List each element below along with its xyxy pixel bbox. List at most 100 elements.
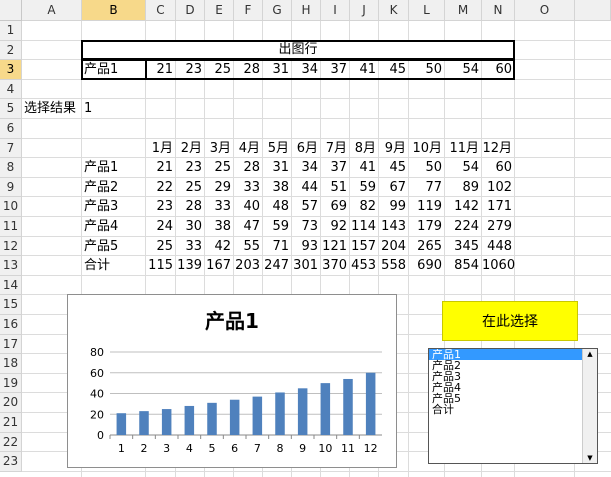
table-cell[interactable]: 37 bbox=[321, 158, 350, 177]
row-header-12[interactable]: 12 bbox=[0, 236, 22, 257]
row-header-9[interactable]: 9 bbox=[0, 177, 22, 198]
row-header-15[interactable]: 15 bbox=[0, 295, 22, 315]
table-row-name[interactable]: 产品3 bbox=[84, 197, 146, 216]
table-cell[interactable]: 247 bbox=[263, 256, 292, 275]
column-header-m[interactable]: M bbox=[445, 0, 482, 21]
bar[interactable] bbox=[229, 399, 240, 435]
table-cell[interactable]: 119 bbox=[409, 197, 445, 216]
table-cell[interactable]: 69 bbox=[321, 197, 350, 216]
table-cell[interactable]: 89 bbox=[445, 178, 482, 197]
table-cell[interactable]: 51 bbox=[321, 178, 350, 197]
row-header-6[interactable]: 6 bbox=[0, 119, 22, 139]
table-cell[interactable]: 345 bbox=[445, 237, 482, 256]
month-header[interactable]: 5月 bbox=[263, 139, 292, 158]
column-header-a[interactable]: A bbox=[22, 0, 82, 21]
table-cell[interactable]: 204 bbox=[379, 237, 409, 256]
output-row-value[interactable]: 34 bbox=[292, 60, 321, 79]
row-header-10[interactable]: 10 bbox=[0, 197, 22, 217]
table-cell[interactable]: 48 bbox=[263, 197, 292, 216]
column-header-n[interactable]: N bbox=[482, 0, 515, 21]
bar[interactable] bbox=[365, 372, 376, 435]
output-row-value[interactable]: 41 bbox=[350, 60, 379, 79]
table-cell[interactable]: 102 bbox=[482, 178, 515, 197]
selection-value[interactable]: 1 bbox=[84, 99, 146, 118]
column-header-h[interactable]: H bbox=[292, 0, 321, 21]
table-row-name[interactable]: 产品1 bbox=[84, 158, 146, 177]
table-cell[interactable]: 82 bbox=[350, 197, 379, 216]
table-cell[interactable]: 67 bbox=[379, 178, 409, 197]
table-cell[interactable]: 77 bbox=[409, 178, 445, 197]
column-header-o[interactable]: O bbox=[515, 0, 575, 21]
table-row-name[interactable]: 产品5 bbox=[84, 237, 146, 256]
bar[interactable] bbox=[343, 378, 353, 435]
row-header-5[interactable]: 5 bbox=[0, 99, 22, 119]
table-row-name[interactable]: 合计 bbox=[84, 256, 146, 275]
table-cell[interactable]: 143 bbox=[379, 217, 409, 236]
table-cell[interactable]: 40 bbox=[234, 197, 263, 216]
table-cell[interactable]: 370 bbox=[321, 256, 350, 275]
table-cell[interactable]: 25 bbox=[205, 158, 234, 177]
output-row-value[interactable]: 37 bbox=[321, 60, 350, 79]
table-cell[interactable]: 59 bbox=[350, 178, 379, 197]
selection-label[interactable]: 选择结果 bbox=[24, 99, 82, 118]
table-cell[interactable]: 33 bbox=[205, 197, 234, 216]
table-cell[interactable]: 24 bbox=[146, 217, 176, 236]
row-header-17[interactable]: 17 bbox=[0, 334, 22, 355]
table-cell[interactable]: 92 bbox=[321, 217, 350, 236]
table-cell[interactable]: 115 bbox=[146, 256, 176, 275]
row-header-21[interactable]: 21 bbox=[0, 413, 22, 433]
select-all-corner[interactable] bbox=[0, 0, 22, 21]
output-row-value[interactable]: 28 bbox=[234, 60, 263, 79]
table-cell[interactable]: 23 bbox=[176, 158, 205, 177]
table-cell[interactable]: 114 bbox=[350, 217, 379, 236]
select-here-button[interactable]: 在此选择 bbox=[442, 301, 578, 341]
table-cell[interactable]: 38 bbox=[263, 178, 292, 197]
listbox-scrollbar[interactable]: ▲ ▼ bbox=[582, 349, 597, 463]
table-cell[interactable]: 71 bbox=[263, 237, 292, 256]
column-header-e[interactable]: E bbox=[205, 0, 234, 21]
row-header-19[interactable]: 19 bbox=[0, 373, 22, 394]
product-listbox[interactable]: 产品1 产品2 产品3 产品4 产品5 合计 ▲ ▼ bbox=[428, 348, 598, 464]
table-cell[interactable]: 41 bbox=[350, 158, 379, 177]
scroll-down-icon[interactable]: ▼ bbox=[583, 453, 597, 463]
output-row-value[interactable]: 23 bbox=[176, 60, 205, 79]
column-header-l[interactable]: L bbox=[409, 0, 445, 21]
table-cell[interactable]: 93 bbox=[292, 237, 321, 256]
column-header-b[interactable]: B bbox=[82, 0, 146, 21]
row-header-11[interactable]: 11 bbox=[0, 217, 22, 237]
table-cell[interactable]: 453 bbox=[350, 256, 379, 275]
output-row-value[interactable]: 21 bbox=[146, 60, 176, 79]
table-cell[interactable]: 224 bbox=[445, 217, 482, 236]
month-header[interactable]: 7月 bbox=[321, 139, 350, 158]
table-cell[interactable]: 171 bbox=[482, 197, 515, 216]
table-cell[interactable]: 121 bbox=[321, 237, 350, 256]
table-cell[interactable]: 57 bbox=[292, 197, 321, 216]
table-cell[interactable]: 33 bbox=[176, 237, 205, 256]
month-header[interactable]: 2月 bbox=[176, 139, 205, 158]
table-cell[interactable]: 157 bbox=[350, 237, 379, 256]
table-cell[interactable]: 44 bbox=[292, 178, 321, 197]
bar[interactable] bbox=[184, 405, 195, 435]
table-cell[interactable]: 22 bbox=[146, 178, 176, 197]
table-cell[interactable]: 1060 bbox=[482, 256, 515, 275]
table-cell[interactable]: 28 bbox=[234, 158, 263, 177]
output-row-value[interactable]: 45 bbox=[379, 60, 409, 79]
active-cell-b3[interactable] bbox=[81, 59, 147, 80]
listbox-item[interactable]: 合计 bbox=[429, 404, 582, 415]
month-header[interactable]: 12月 bbox=[482, 139, 515, 158]
row-header-22[interactable]: 22 bbox=[0, 432, 22, 453]
table-cell[interactable]: 25 bbox=[146, 237, 176, 256]
row-header-8[interactable]: 8 bbox=[0, 158, 22, 178]
table-cell[interactable]: 29 bbox=[205, 178, 234, 197]
bar[interactable] bbox=[139, 411, 149, 435]
table-row-name[interactable]: 产品2 bbox=[84, 178, 146, 197]
table-cell[interactable]: 167 bbox=[205, 256, 234, 275]
row-header-14[interactable]: 14 bbox=[0, 275, 22, 296]
bar[interactable] bbox=[116, 413, 127, 435]
table-cell[interactable]: 55 bbox=[234, 237, 263, 256]
month-header[interactable]: 11月 bbox=[445, 139, 482, 158]
month-header[interactable]: 8月 bbox=[350, 139, 379, 158]
row-header-2[interactable]: 2 bbox=[0, 40, 22, 61]
table-cell[interactable]: 54 bbox=[445, 158, 482, 177]
table-cell[interactable]: 45 bbox=[379, 158, 409, 177]
